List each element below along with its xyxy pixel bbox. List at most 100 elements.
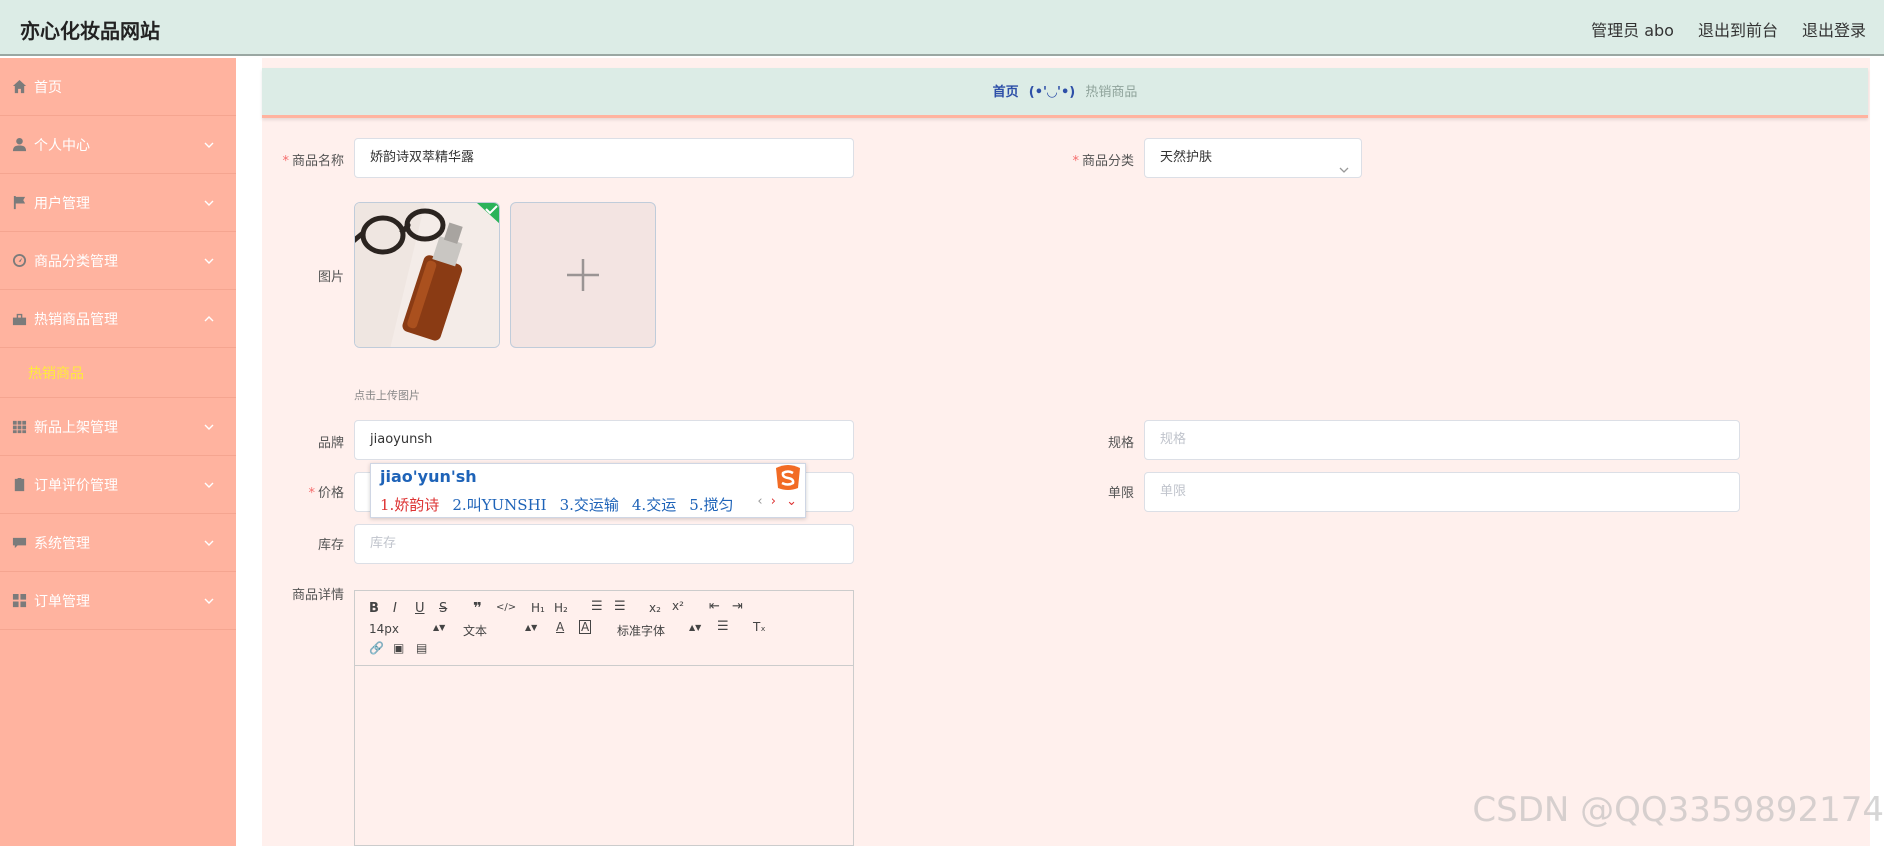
sidebar-item-orders[interactable]: 订单管理 (0, 572, 236, 630)
ime-pinyin: jiao'yun'sh (380, 467, 477, 486)
ordered-list-icon[interactable]: ☰ (591, 599, 603, 614)
italic-icon[interactable]: I (393, 601, 397, 616)
message-icon (12, 537, 27, 549)
updown-icon: ▲▼ (525, 623, 538, 632)
sidebar-item-label: 用户管理 (34, 195, 90, 212)
chevron-right-icon[interactable]: › (771, 494, 776, 509)
sidebar-item-label: 系统管理 (34, 535, 90, 552)
limit-input[interactable]: 单限 (1144, 472, 1740, 512)
stock-label: 库存 (317, 538, 344, 553)
sidebar-item-category[interactable]: 商品分类管理 (0, 232, 236, 290)
rich-text-editor: B I U S ❞ </> H₁ H₂ ☰ ☰ x₂ x² ⇤ ⇥ 14px ▲▼… (354, 590, 854, 846)
indent-icon[interactable]: ⇥ (732, 599, 743, 614)
sidebar-item-system[interactable]: 系统管理 (0, 514, 236, 572)
sidebar-item-new-goods[interactable]: 新品上架管理 (0, 398, 236, 456)
spec-input[interactable]: 规格 (1144, 420, 1740, 460)
background-color-icon[interactable]: A (579, 620, 592, 634)
chevron-down-icon (204, 196, 214, 206)
category-select[interactable]: 天然护肤 (1144, 138, 1362, 178)
superscript-icon[interactable]: x² (672, 599, 684, 613)
stock-input[interactable]: 库存 (354, 524, 854, 564)
blockquote-icon[interactable]: ❞ (473, 599, 482, 617)
chevron-up-icon (204, 312, 214, 322)
brand-input[interactable]: jiaoyunsh (354, 420, 854, 460)
ime-candidate[interactable]: 5.搅匀 (689, 494, 733, 515)
add-image-button[interactable] (510, 202, 656, 348)
grid-icon (12, 420, 27, 434)
subscript-icon[interactable]: x₂ (649, 601, 661, 615)
clear-format-icon[interactable]: Tₓ (753, 620, 766, 634)
underline-icon[interactable]: U (415, 601, 425, 616)
sidebar-item-home[interactable]: 首页 (0, 58, 236, 116)
chevron-left-icon[interactable]: ‹ (757, 494, 762, 509)
sidebar-item-users[interactable]: 用户管理 (0, 174, 236, 232)
user-icon (12, 137, 27, 152)
h1-icon[interactable]: H₁ (531, 601, 545, 615)
exit-to-front-link[interactable]: 退出到前台 (1698, 17, 1778, 41)
font-color-icon[interactable]: A (556, 620, 564, 634)
site-title: 亦心化妆品网站 (20, 19, 160, 43)
bold-icon[interactable]: B (369, 601, 379, 616)
breadcrumb-separator: (•'◡'•) (1028, 85, 1076, 100)
chevron-down-icon (1339, 153, 1349, 173)
ime-candidate[interactable]: 1.娇韵诗 (380, 494, 439, 515)
chevron-down-icon (204, 254, 214, 264)
category-label: * 商品分类 (1072, 154, 1134, 169)
sidebar-item-review[interactable]: 订单评价管理 (0, 456, 236, 514)
ime-candidate[interactable]: 2.叫YUNSHI (452, 494, 546, 515)
strike-icon[interactable]: S (439, 601, 447, 616)
limit-label: 单限 (1107, 486, 1134, 501)
breadcrumb-home[interactable]: 首页 (993, 85, 1019, 100)
sidebar-item-hot-goods[interactable]: 热销商品管理 (0, 290, 236, 348)
sidebar-item-label: 商品分类管理 (34, 253, 118, 270)
sidebar-item-label: 首页 (34, 79, 62, 96)
main-content: 首页 (•'◡'•) 热销商品 * 商品名称 娇韵诗双萃精华露 * 商品分类 天然护… (262, 58, 1870, 846)
price-label: * 价格 (308, 486, 344, 501)
bullet-list-icon[interactable]: ☰ (614, 599, 626, 614)
chevron-down-icon (204, 478, 214, 488)
clipboard-icon (14, 477, 25, 492)
sidebar-item-label: 新品上架管理 (34, 419, 118, 436)
spec-label: 规格 (1107, 436, 1134, 451)
goods-icon (12, 313, 27, 326)
chevron-down-icon (204, 138, 214, 148)
breadcrumb-current: 热销商品 (1085, 85, 1138, 100)
apps-icon (12, 593, 27, 608)
paragraph-select[interactable]: 文本 ▲▼ (463, 622, 537, 639)
link-icon[interactable]: 🔗 (369, 641, 384, 655)
ime-candidate-popup[interactable]: jiao'yun'sh 1.娇韵诗 2.叫YUNSHI 3.交运输 4.交运 5… (370, 463, 806, 518)
upload-tip: 点击上传图片 (354, 389, 420, 402)
sidebar-item-label: 订单评价管理 (34, 477, 118, 494)
sidebar-item-label: 热销商品管理 (34, 311, 118, 328)
uploaded-image-thumbnail[interactable] (354, 202, 500, 348)
chevron-down-icon (204, 536, 214, 546)
header-actions: 管理员 abo 退出到前台 退出登录 (1591, 17, 1866, 41)
align-icon[interactable]: ☰ (717, 619, 729, 634)
sogou-logo-icon (776, 465, 800, 490)
sidebar-item-label: 个人中心 (34, 137, 90, 154)
code-icon[interactable]: </> (496, 602, 516, 613)
updown-icon: ▲▼ (689, 623, 702, 632)
admin-user-label[interactable]: 管理员 abo (1591, 17, 1674, 41)
home-icon (12, 79, 27, 94)
breadcrumb: 首页 (•'◡'•) 热销商品 (262, 68, 1868, 118)
sidebar-subitem-hot-goods[interactable]: 热销商品 (0, 348, 236, 398)
name-input[interactable]: 娇韵诗双萃精华露 (354, 138, 854, 178)
font-size-select[interactable]: 14px ▲▼ (369, 622, 445, 636)
image-icon[interactable]: ▣ (393, 641, 404, 655)
editor-toolbar: B I U S ❞ </> H₁ H₂ ☰ ☰ x₂ x² ⇤ ⇥ 14px ▲▼… (355, 591, 853, 666)
chevron-down-icon (204, 594, 214, 604)
ime-candidate[interactable]: 4.交运 (632, 494, 676, 515)
logout-link[interactable]: 退出登录 (1802, 17, 1866, 41)
h2-icon[interactable]: H₂ (554, 601, 568, 615)
chevron-down-icon (204, 420, 214, 430)
ime-page-nav[interactable]: ‹ › ⌄ (757, 494, 797, 509)
brand-label: 品牌 (317, 436, 344, 451)
font-family-select[interactable]: 标准字体 ▲▼ (617, 622, 701, 639)
csdn-watermark: CSDN @QQ3359892174 (1472, 790, 1884, 830)
video-icon[interactable]: ▤ (416, 641, 427, 655)
sidebar-item-personal[interactable]: 个人中心 (0, 116, 236, 174)
ime-candidate[interactable]: 3.交运输 (560, 494, 619, 515)
outdent-icon[interactable]: ⇤ (709, 599, 720, 614)
chevron-down-icon[interactable]: ⌄ (786, 494, 797, 509)
